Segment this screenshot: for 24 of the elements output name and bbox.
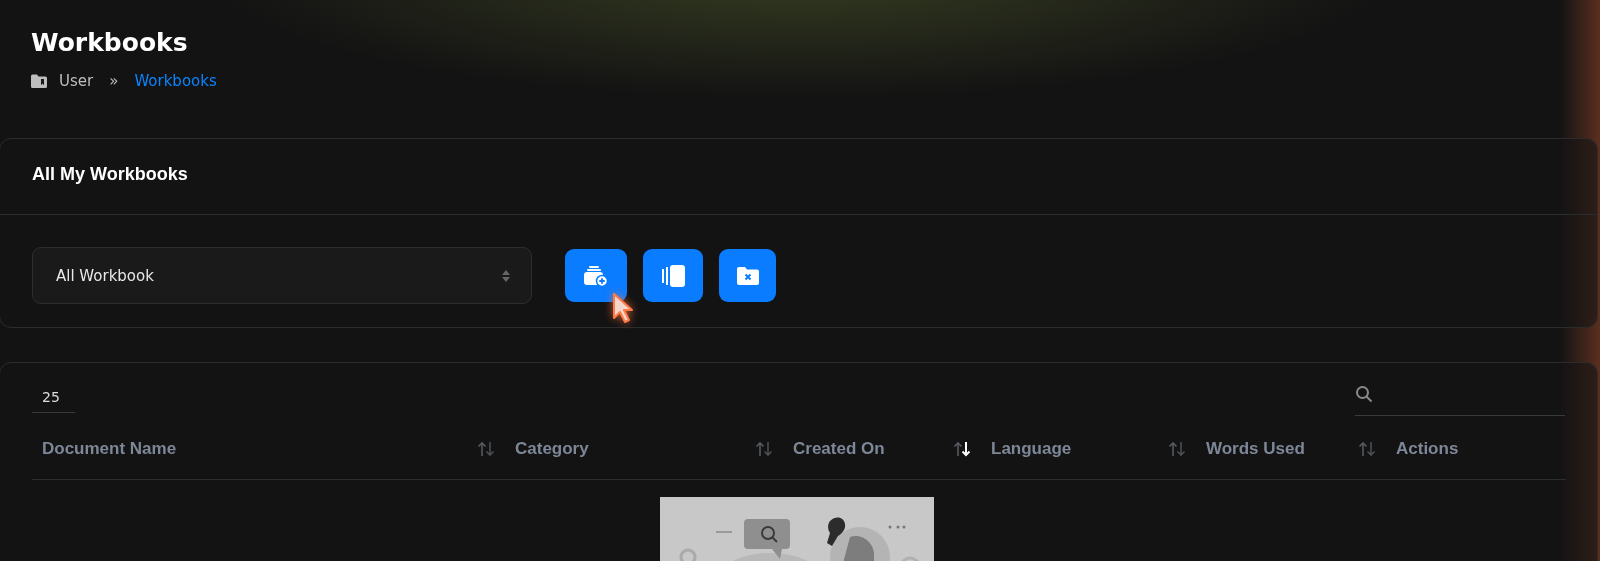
column-header[interactable]: Created On xyxy=(793,439,885,459)
folder-x-icon xyxy=(736,266,759,285)
search-field[interactable] xyxy=(1355,383,1565,416)
folder-plus-icon xyxy=(583,264,609,287)
sort-caret-icon xyxy=(501,268,511,283)
pages-workbook-button[interactable] xyxy=(643,249,703,302)
search-icon xyxy=(1355,385,1373,403)
stacked-pages-icon xyxy=(660,264,686,287)
folder-icon xyxy=(31,74,47,88)
page-title: Workbooks xyxy=(31,27,189,59)
sort-icon[interactable] xyxy=(953,441,971,457)
card-title: All My Workbooks xyxy=(31,163,189,186)
breadcrumb-separator: » xyxy=(109,72,119,90)
add-workbook-button[interactable] xyxy=(565,249,627,302)
breadcrumb-link[interactable]: User xyxy=(59,72,94,90)
breadcrumb-link[interactable]: Workbooks xyxy=(134,72,217,90)
delete-workbook-button[interactable] xyxy=(719,249,776,302)
column-header[interactable]: Words Used xyxy=(1206,439,1305,459)
workbook-select[interactable]: All Workbook xyxy=(32,247,532,304)
column-header[interactable]: Language xyxy=(991,439,1072,459)
column-header[interactable]: Category xyxy=(515,439,589,459)
page-size-field[interactable]: 25 xyxy=(32,383,75,413)
column-header[interactable]: Actions xyxy=(1396,439,1459,459)
column-header[interactable]: Document Name xyxy=(42,439,177,459)
